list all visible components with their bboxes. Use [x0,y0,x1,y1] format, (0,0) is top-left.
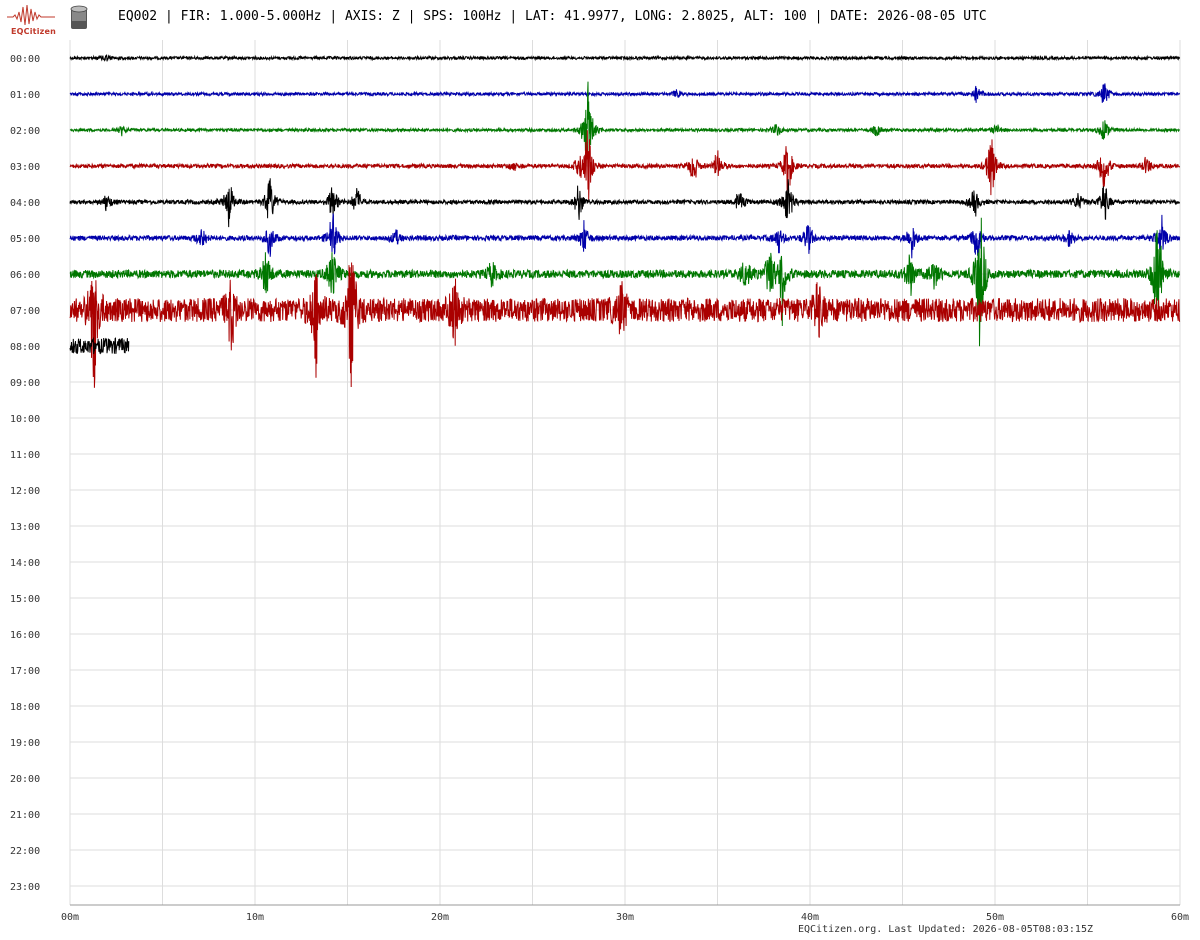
y-tick-label: 20:00 [10,774,40,785]
x-tick-label: 30m [616,912,634,923]
y-tick-label: 15:00 [10,594,40,605]
y-axis-ticks: 00:00 01:00 02:00 03:00 04:00 05:00 06:00 07:00… [10,54,40,893]
y-tick-label: 09:00 [10,378,40,389]
y-tick-label: 19:00 [10,738,40,749]
x-tick-label: 40m [801,912,819,923]
y-tick-label: 08:00 [10,342,40,353]
y-tick-label: 18:00 [10,702,40,713]
x-tick-label: 00m [61,912,79,923]
y-tick-label: 07:00 [10,306,40,317]
y-tick-label: 04:00 [10,198,40,209]
y-tick-label: 05:00 [10,234,40,245]
y-tick-label: 06:00 [10,270,40,281]
y-tick-label: 01:00 [10,90,40,101]
helicorder-plot: 00:00 01:00 02:00 03:00 04:00 05:00 06:00 07:00… [10,40,1189,923]
y-tick-label: 02:00 [10,126,40,137]
y-tick-label: 22:00 [10,846,40,857]
y-tick-label: 23:00 [10,882,40,893]
last-updated-label: EQCitizen.org. Last Updated: 2026-08-05T… [797,924,1093,935]
y-tick-label: 00:00 [10,54,40,65]
grid [69,40,1181,906]
y-tick-label: 16:00 [10,630,40,641]
x-tick-label: 20m [431,912,449,923]
y-tick-label: 10:00 [10,414,40,425]
x-axis-ticks: 00m 10m 20m 30m 40m 50m 60m [61,912,1189,923]
y-tick-label: 14:00 [10,558,40,569]
y-tick-label: 12:00 [10,486,40,497]
y-tick-label: 17:00 [10,666,40,677]
y-tick-label: 13:00 [10,522,40,533]
y-tick-label: 03:00 [10,162,40,173]
x-tick-label: 10m [246,912,264,923]
x-tick-label: 50m [986,912,1004,923]
y-tick-label: 21:00 [10,810,40,821]
x-tick-label: 60m [1171,912,1189,923]
y-tick-label: 11:00 [10,450,40,461]
